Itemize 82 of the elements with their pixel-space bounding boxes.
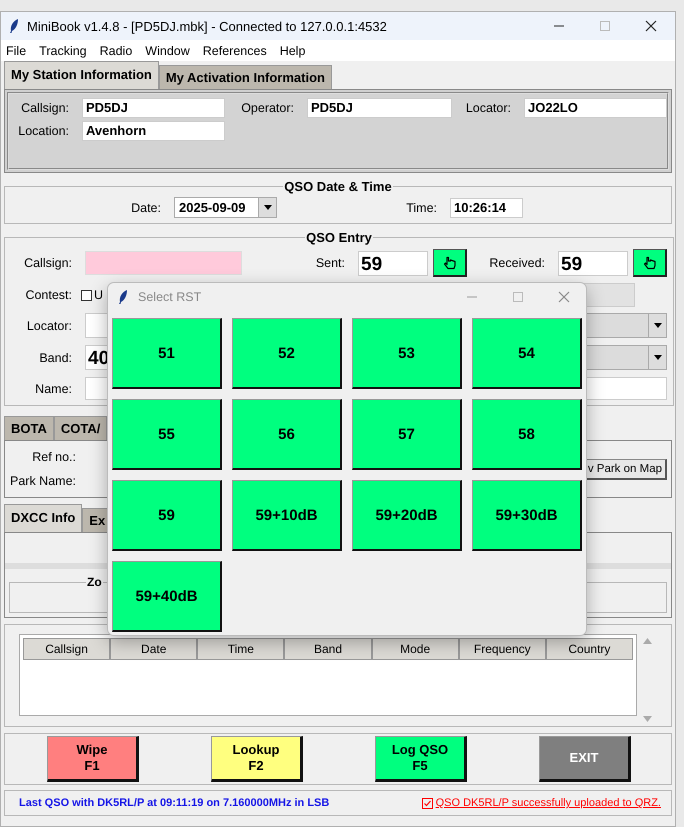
field-label: Callsign: (23, 256, 73, 270)
dropdown-arrow-icon (264, 205, 272, 210)
menu-item[interactable]: Tracking (39, 44, 87, 58)
field-label: Locator: (26, 318, 73, 332)
menu-item[interactable]: Radio (100, 44, 132, 58)
column-header[interactable]: Frequency (458, 638, 546, 660)
last-qso-text: Last QSO with DK5RL/P at 09:11:19 on 7.160000MHz in LSB (19, 797, 330, 809)
feather-icon (9, 18, 19, 34)
field-label: Location: (17, 124, 70, 138)
rst-button[interactable]: 52 (232, 318, 342, 389)
rst-button[interactable]: 53 (352, 318, 462, 389)
tab[interactable]: BOTA (4, 416, 54, 440)
contest-checkbox[interactable] (81, 290, 92, 300)
menu-item[interactable]: Help (280, 44, 306, 58)
feather-icon (118, 289, 128, 305)
maximize-icon[interactable] (512, 291, 524, 303)
column-header[interactable]: Time (197, 638, 284, 660)
rst-button[interactable]: 59+10dB (232, 480, 342, 551)
rst-button[interactable]: 51 (112, 318, 222, 389)
tab[interactable]: My Station Information (4, 61, 159, 89)
menu-item[interactable]: Window (145, 44, 190, 58)
rst-button[interactable]: 57 (352, 399, 462, 470)
action-button[interactable]: Log QSO F5 (375, 736, 467, 782)
section-title: Zo (86, 575, 103, 589)
menu-item[interactable]: References (202, 44, 267, 58)
exit-button[interactable]: EXIT (539, 736, 631, 782)
dropdown-arrow-icon (654, 355, 662, 360)
rst-button[interactable]: 59+40dB (112, 561, 222, 632)
field-label: Time: (405, 200, 438, 214)
field-label: Sent: (314, 256, 346, 270)
field-label: Locator: (464, 101, 512, 115)
field-label: Park Name: (9, 474, 77, 488)
scroll-up-icon[interactable] (643, 638, 652, 644)
close-icon[interactable] (645, 20, 657, 32)
column-header[interactable]: Band (284, 638, 372, 660)
tab[interactable]: My Activation Information (158, 65, 332, 89)
field-label: Ref no.: (31, 450, 77, 464)
rst-button[interactable]: 56 (232, 399, 342, 470)
window-title: MiniBook v1.4.8 - [PD5DJ.mbk] - Connected to 127.0.0.1:4532 (27, 18, 387, 34)
locator-field[interactable]: JO22LO (524, 98, 667, 118)
column-header[interactable]: Callsign (23, 638, 110, 660)
dialog-title: Select RST (138, 290, 202, 304)
tab[interactable]: DXCC Info (4, 504, 82, 532)
location-field[interactable]: Avenhorn (82, 121, 225, 141)
field-label: Received: (488, 256, 546, 270)
callsign-field[interactable]: PD5DJ (82, 98, 225, 118)
section-title: QSO Entry (305, 230, 373, 245)
field-label: Band: (38, 350, 73, 364)
column-header[interactable]: Country (546, 638, 633, 660)
time-field[interactable]: 10:26:14 (450, 198, 523, 218)
action-button[interactable]: Lookup F2 (211, 736, 303, 782)
upload-link[interactable]: QSO DK5RL/P successfully uploaded to QRZ. (436, 797, 661, 809)
section-title: QSO Date & Time (283, 179, 393, 194)
field-label: Callsign: (20, 101, 70, 115)
field-label: Name: (34, 382, 73, 396)
tab[interactable]: COTA/ (54, 416, 108, 440)
callsign-input[interactable] (85, 251, 242, 275)
hand-icon (642, 256, 656, 270)
select-rst-button[interactable] (633, 249, 667, 277)
date-dropdown[interactable]: 2025-09-09 (174, 197, 277, 218)
operator-field[interactable]: PD5DJ (307, 98, 452, 118)
rst-button[interactable]: 55 (112, 399, 222, 470)
rst-button[interactable]: 59+30dB (472, 480, 582, 551)
scroll-down-icon[interactable] (643, 716, 652, 722)
field-label: Operator: (240, 101, 295, 115)
rst-button[interactable]: 59+20dB (352, 480, 462, 551)
rst-button[interactable]: 59 (112, 480, 222, 551)
column-header[interactable]: Mode (372, 638, 459, 660)
column-header[interactable]: Date (110, 638, 198, 660)
hand-icon (442, 256, 456, 270)
field-label: Contest: (24, 288, 73, 302)
menu-item[interactable]: File (6, 44, 26, 58)
action-button[interactable]: Wipe F1 (47, 736, 139, 782)
dropdown-arrow-icon (654, 323, 662, 328)
maximize-icon[interactable] (599, 20, 611, 32)
sent-field[interactable]: 59 (358, 250, 428, 276)
select-rst-button[interactable] (433, 249, 467, 277)
checkbox-label: U (94, 288, 104, 302)
received-field[interactable]: 59 (558, 250, 628, 276)
field-label: Date: (130, 200, 162, 214)
rst-button[interactable]: 54 (472, 318, 582, 389)
rst-button[interactable]: 58 (472, 399, 582, 470)
